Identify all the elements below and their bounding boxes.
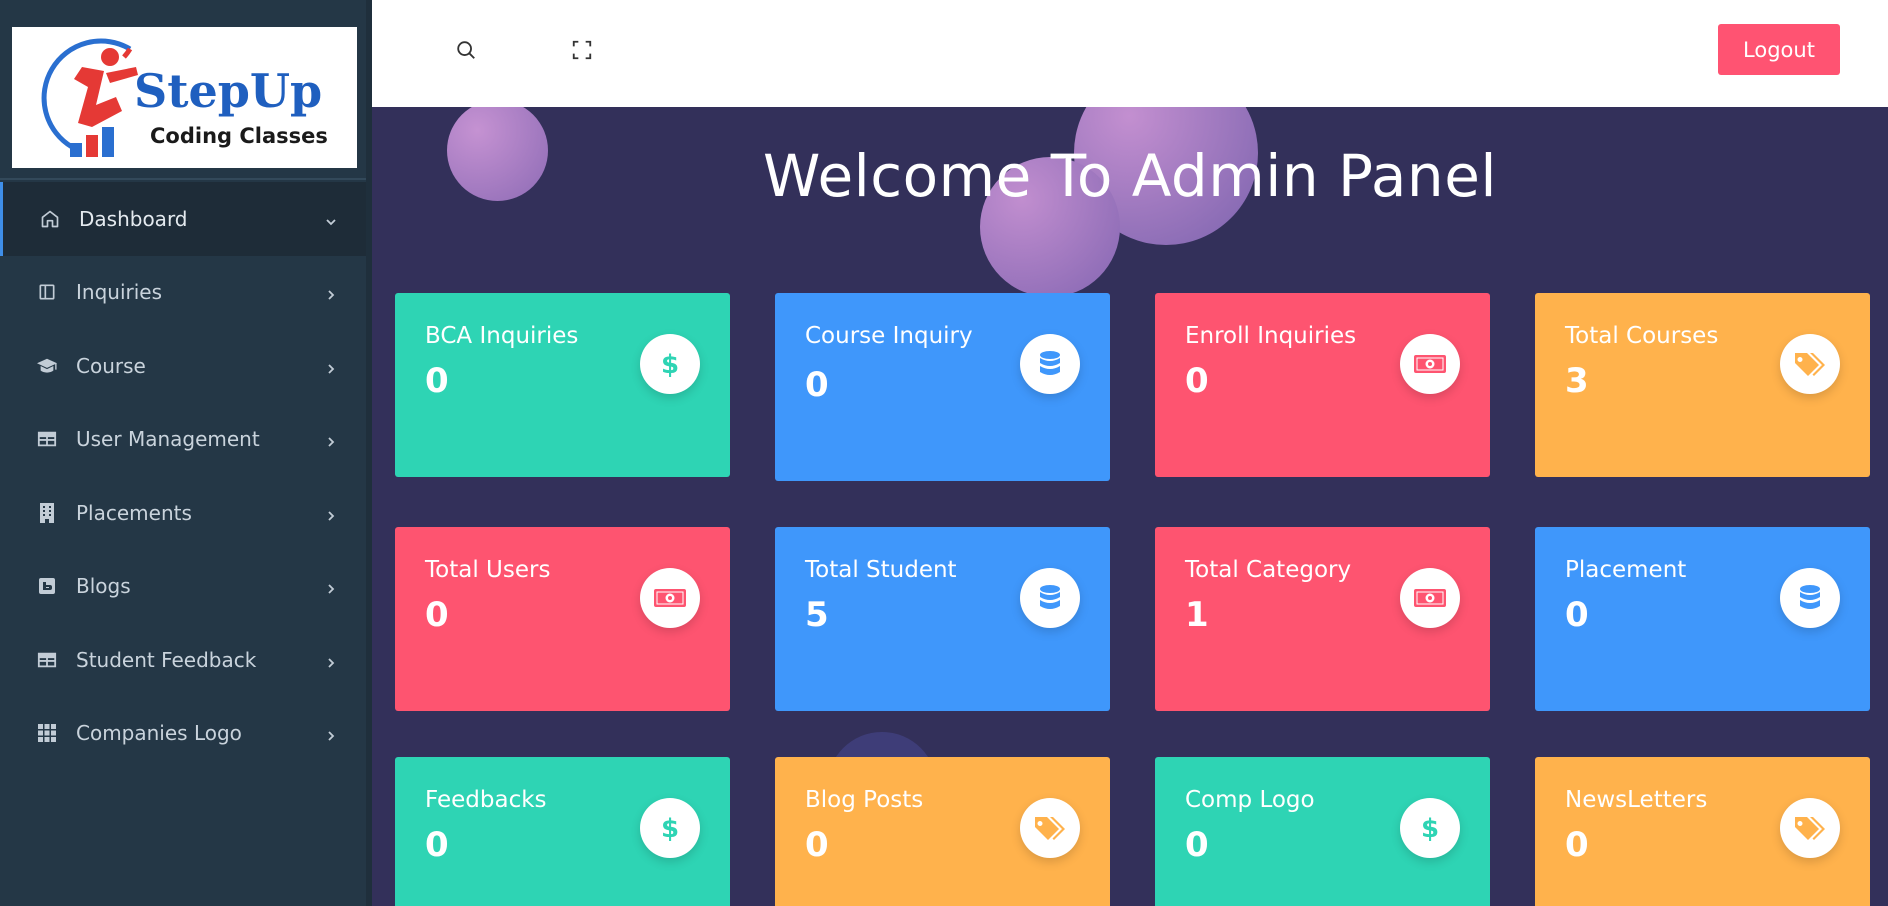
sidebar-divider [0, 178, 366, 180]
money-bill-icon [1400, 334, 1460, 394]
sidebar-item-label: User Management [76, 427, 260, 452]
grid-icon [36, 722, 58, 744]
chevron-right-icon [324, 357, 338, 374]
stat-card-total-student[interactable]: Total Student 5 [775, 527, 1110, 711]
card-title: Placement [1565, 557, 1687, 583]
dollar-icon: $ [640, 798, 700, 858]
stat-card-total-courses[interactable]: Total Courses 3 [1535, 293, 1870, 477]
card-value: 5 [805, 595, 829, 635]
card-title: BCA Inquiries [425, 323, 579, 349]
stat-card-total-category[interactable]: Total Category 1 [1155, 527, 1490, 711]
chevron-down-icon [324, 210, 338, 226]
logout-button[interactable]: Logout [1718, 24, 1840, 75]
main-content: Welcome To Admin Panel BCA Inquiries 0 $… [372, 107, 1888, 906]
card-title: Enroll Inquiries [1185, 323, 1357, 349]
card-title: Total Student [805, 557, 957, 583]
graduation-cap-icon [36, 355, 58, 377]
database-icon [1780, 568, 1840, 628]
card-title: Course Inquiry [805, 323, 973, 349]
tags-icon [1020, 798, 1080, 858]
card-value: 0 [805, 825, 829, 865]
svg-text:$: $ [661, 814, 679, 843]
card-value: 0 [425, 595, 449, 635]
building-icon [36, 502, 58, 524]
sidebar-item-dashboard[interactable]: Dashboard [0, 182, 366, 256]
stat-card-enroll-inquiries[interactable]: Enroll Inquiries 0 [1155, 293, 1490, 477]
card-value: 0 [1565, 595, 1589, 635]
card-value: 0 [805, 365, 829, 405]
card-value: 1 [1185, 595, 1209, 635]
chevron-right-icon [324, 430, 338, 447]
sidebar-item-label: Student Feedback [76, 647, 257, 672]
fullscreen-icon[interactable] [568, 36, 596, 64]
sidebar-item-label: Placements [76, 500, 192, 525]
card-value: 0 [1565, 825, 1589, 865]
card-value: 0 [425, 825, 449, 865]
sidebar-item-companies-logo[interactable]: Companies Logo [0, 697, 366, 771]
brand-logo[interactable]: StepUp Coding Classes [12, 27, 357, 168]
blog-icon [36, 575, 58, 597]
database-icon [1020, 334, 1080, 394]
dollar-icon: $ [1400, 798, 1460, 858]
table-icon [36, 428, 58, 450]
card-title: Blog Posts [805, 787, 924, 813]
sidebar-item-course[interactable]: Course [0, 329, 366, 403]
card-title: Total Courses [1565, 323, 1719, 349]
card-value: 0 [1185, 825, 1209, 865]
chevron-right-icon [324, 651, 338, 668]
table-icon [36, 649, 58, 671]
card-title: Total Category [1185, 557, 1352, 583]
database-icon [1020, 568, 1080, 628]
stat-card-blog-posts[interactable]: Blog Posts 0 [775, 757, 1110, 906]
stat-card-comp-logo[interactable]: Comp Logo 0 $ [1155, 757, 1490, 906]
page-title: Welcome To Admin Panel [763, 142, 1497, 210]
sidebar-item-label: Blogs [76, 574, 131, 599]
sidebar-item-placements[interactable]: Placements [0, 476, 366, 550]
stepup-logo-graphic: StepUp Coding Classes [41, 38, 328, 157]
sidebar-item-label: Inquiries [76, 280, 163, 305]
home-icon [39, 208, 61, 230]
card-title: Feedbacks [425, 787, 547, 813]
card-value: 0 [1185, 361, 1209, 401]
stat-card-newsletters[interactable]: NewsLetters 0 [1535, 757, 1870, 906]
svg-text:$: $ [1421, 814, 1439, 843]
sidebar-nav: Dashboard Inquiries Course User Manageme… [0, 182, 366, 770]
card-title: Comp Logo [1185, 787, 1315, 813]
tags-icon [1780, 798, 1840, 858]
sidebar-item-student-feedback[interactable]: Student Feedback [0, 623, 366, 697]
top-header: Logout [372, 0, 1888, 107]
stat-card-bca-inquiries[interactable]: BCA Inquiries 0 $ [395, 293, 730, 477]
sidebar-item-inquiries[interactable]: Inquiries [0, 256, 366, 330]
money-bill-icon [640, 568, 700, 628]
logo-wordmark: StepUp [134, 64, 322, 118]
card-title: Total Users [425, 557, 551, 583]
stat-card-placement[interactable]: Placement 0 [1535, 527, 1870, 711]
chevron-right-icon [324, 283, 338, 300]
sidebar-item-blogs[interactable]: Blogs [0, 550, 366, 624]
stat-card-total-users[interactable]: Total Users 0 [395, 527, 730, 711]
card-title: NewsLetters [1565, 787, 1708, 813]
panel-icon [36, 281, 58, 303]
chevron-right-icon [324, 577, 338, 594]
chevron-right-icon [324, 504, 338, 521]
search-icon[interactable] [452, 36, 480, 64]
dollar-icon: $ [640, 334, 700, 394]
card-value: 0 [425, 361, 449, 401]
sidebar: StepUp Coding Classes Dashboard Inquirie… [0, 0, 372, 906]
svg-text:$: $ [661, 350, 679, 379]
card-value: 3 [1565, 361, 1589, 401]
sidebar-item-user-management[interactable]: User Management [0, 403, 366, 477]
stat-card-feedbacks[interactable]: Feedbacks 0 $ [395, 757, 730, 906]
logo-tagline: Coding Classes [150, 124, 328, 148]
money-bill-icon [1400, 568, 1460, 628]
tags-icon [1780, 334, 1840, 394]
stat-card-course-inquiry[interactable]: Course Inquiry 0 [775, 293, 1110, 481]
sidebar-item-label: Companies Logo [76, 721, 242, 746]
chevron-right-icon [324, 724, 338, 741]
sidebar-item-label: Course [76, 353, 146, 378]
sidebar-item-label: Dashboard [79, 206, 188, 231]
